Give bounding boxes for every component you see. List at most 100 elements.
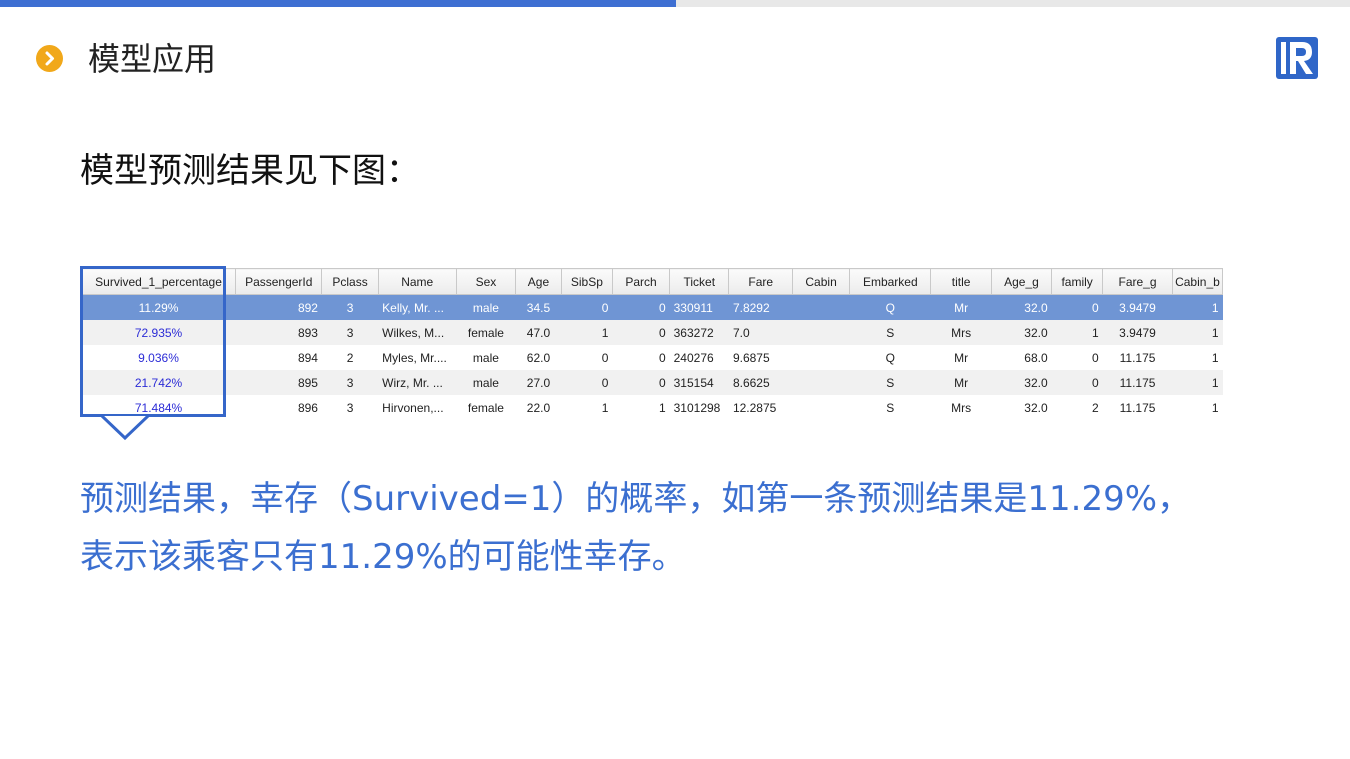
table-cell[interactable]: 7.0 [728,320,793,345]
table-cell[interactable]: 3.9479 [1102,294,1173,320]
table-cell[interactable]: 0 [1051,370,1103,395]
column-header[interactable]: Age_g [990,268,1053,295]
table-cell[interactable]: 34.5 [515,294,562,320]
table-cell[interactable]: 62.0 [515,345,562,370]
table-cell[interactable]: 0 [612,320,670,345]
table-cell[interactable]: 32.0 [991,395,1052,418]
table-cell[interactable]: 2 [321,345,379,370]
column-header[interactable]: family [1051,268,1104,295]
table-cell[interactable]: Q [849,345,931,370]
table-cell[interactable]: 0 [561,370,613,395]
table-cell[interactable]: 32.0 [991,320,1052,345]
table-cell[interactable]: S [849,320,931,345]
table-cell[interactable]: 7.8292 [728,294,793,320]
table-cell[interactable] [792,395,850,418]
column-header[interactable]: Fare [728,268,793,295]
table-cell[interactable]: 9.6875 [728,345,793,370]
table-cell[interactable]: male [456,294,516,320]
table-cell[interactable]: 363272 [669,320,729,345]
table-cell[interactable]: 0 [1051,345,1103,370]
table-cell[interactable]: Q [849,294,931,320]
column-header[interactable]: Cabin_b [1171,268,1223,295]
table-cell[interactable]: 240276 [669,345,729,370]
table-cell[interactable]: Mr [930,370,992,395]
table-cell[interactable]: Mrs [930,395,992,418]
table-cell[interactable]: 3 [321,395,379,418]
table-cell[interactable]: Wirz, Mr. ... [378,370,457,395]
table-cell[interactable]: 1 [1172,345,1223,370]
table-cell[interactable]: Mr [930,294,992,320]
table-cell[interactable]: 1 [561,320,613,345]
column-header[interactable]: Age [515,268,562,295]
table-row[interactable]: 9.036% 894 2 Myles, Mr.... male 62.0 0 0 240276 9… [81,345,1223,370]
table-cell[interactable]: 0 [1051,294,1103,320]
table-cell[interactable]: 1 [1172,320,1223,345]
table-cell[interactable]: Mr [930,345,992,370]
table-cell[interactable]: 895 [235,370,322,395]
column-header[interactable]: SibSp [560,268,613,295]
table-cell[interactable]: 894 [235,345,322,370]
table-cell[interactable]: 32.0 [991,370,1052,395]
table-row[interactable]: 72.935% 893 3 Wilkes, M... female 47.0 1 0 36327… [81,320,1223,345]
table-cell[interactable]: 315154 [669,370,729,395]
table-cell[interactable]: 0 [561,345,613,370]
table-cell[interactable]: male [456,345,516,370]
table-row[interactable]: 11.29% 892 3 Kelly, Mr. ... male 34.5 0 0 330911… [81,294,1223,320]
table-cell[interactable] [792,345,850,370]
column-header[interactable]: Cabin [791,268,851,295]
table-cell[interactable]: male [456,370,516,395]
table-cell[interactable]: 893 [235,320,322,345]
column-header[interactable]: Ticket [669,268,730,295]
table-cell[interactable]: S [849,395,931,418]
table-cell[interactable]: 8.6625 [728,370,793,395]
column-header[interactable]: Fare_g [1102,268,1173,295]
table-cell[interactable]: 3 [321,294,379,320]
table-cell[interactable]: 1 [612,395,670,418]
table-cell[interactable]: 11.175 [1102,345,1173,370]
table-cell[interactable]: 0 [612,345,670,370]
table-cell[interactable]: female [456,395,516,418]
table-cell[interactable]: 1 [1172,395,1223,418]
table-cell[interactable] [792,320,850,345]
column-header[interactable]: PassengerId [235,268,323,295]
table-cell[interactable]: 3 [321,370,379,395]
table-cell[interactable]: Myles, Mr.... [378,345,457,370]
table-cell[interactable]: 1 [1172,294,1223,320]
table-cell[interactable]: Mrs [930,320,992,345]
table-cell[interactable]: 12.2875 [728,395,793,418]
column-header[interactable]: Pclass [321,268,379,295]
table-cell[interactable]: 0 [612,370,670,395]
table-cell[interactable]: Wilkes, M... [378,320,457,345]
table-cell[interactable]: 11.175 [1102,370,1173,395]
table-cell[interactable] [792,370,850,395]
table-cell[interactable]: Hirvonen,... [378,395,457,418]
table-cell[interactable] [792,294,850,320]
column-header[interactable]: Embarked [849,268,932,295]
table-cell[interactable]: 892 [235,294,322,320]
column-header[interactable]: Parch [611,268,671,295]
table-cell[interactable]: S [849,370,931,395]
table-cell[interactable]: 47.0 [515,320,562,345]
column-header[interactable]: Name [377,268,457,295]
table-cell[interactable]: 2 [1051,395,1103,418]
table-cell[interactable]: 3.9479 [1102,320,1173,345]
table-cell[interactable]: 896 [235,395,322,418]
table-cell[interactable]: 22.0 [515,395,562,418]
table-cell[interactable]: 27.0 [515,370,562,395]
column-header[interactable]: Sex [455,268,517,295]
table-cell[interactable]: Kelly, Mr. ... [378,294,457,320]
table-cell[interactable]: 1 [1051,320,1103,345]
table-cell[interactable]: 0 [561,294,613,320]
column-header[interactable]: title [930,268,992,295]
table-row[interactable]: 71.484% 896 3 Hirvonen,... female 22.0 1 1 31012… [81,395,1223,418]
table-cell[interactable]: 0 [612,294,670,320]
table-cell[interactable]: 1 [561,395,613,418]
table-cell[interactable]: 330911 [669,294,729,320]
table-cell[interactable]: 3 [321,320,379,345]
table-cell[interactable]: 11.175 [1102,395,1173,418]
table-cell[interactable]: female [456,320,516,345]
table-cell[interactable]: 32.0 [991,294,1052,320]
table-row[interactable]: 21.742% 895 3 Wirz, Mr. ... male 27.0 0 0 315154… [81,370,1223,395]
table-cell[interactable]: 3101298 [669,395,729,418]
table-cell[interactable]: 68.0 [991,345,1052,370]
